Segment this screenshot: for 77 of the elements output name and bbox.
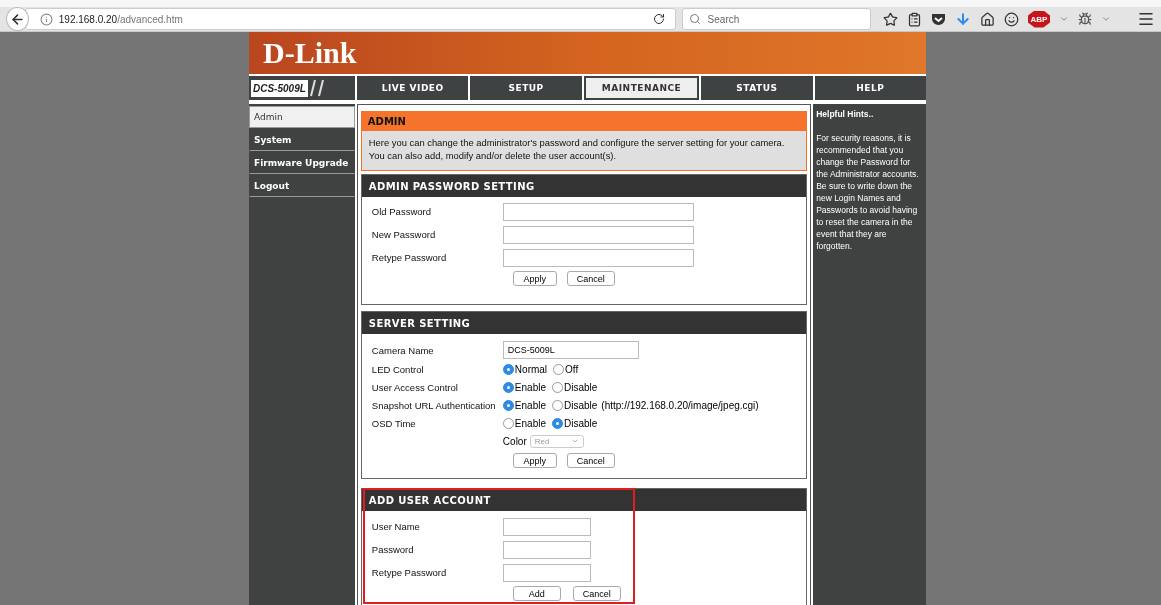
radio-option[interactable]: Enable <box>502 399 546 411</box>
input-field[interactable] <box>502 563 591 582</box>
hints-title: Helpful Hints.. <box>816 108 875 120</box>
extension-icon[interactable] <box>1078 12 1092 26</box>
field-label: User Name <box>370 521 421 532</box>
url-note: (http://192.168.0.20/image/jpeg.cgi) <box>601 399 759 411</box>
cancel-button[interactable]: Cancel <box>572 586 621 601</box>
radio-icon[interactable] <box>502 363 514 375</box>
back-button[interactable] <box>6 7 29 31</box>
field-label: New Password <box>370 229 437 240</box>
nav-tab[interactable]: STATUS <box>701 76 813 100</box>
radio-icon[interactable] <box>552 417 563 429</box>
input-field[interactable] <box>502 540 591 559</box>
cancel-button[interactable]: Cancel <box>566 271 615 286</box>
field-label: Retype Password <box>370 252 448 263</box>
field-label: OSD Time <box>370 417 417 429</box>
search-icon[interactable] <box>688 13 701 25</box>
dropdown-icon[interactable] <box>1101 14 1111 24</box>
download-icon[interactable] <box>955 11 971 27</box>
radio-option[interactable]: Enable <box>502 417 546 429</box>
radio-option[interactable]: Enable <box>502 381 546 393</box>
submit-button[interactable]: Add <box>512 586 561 601</box>
input-field[interactable] <box>502 225 694 244</box>
nav-tab[interactable]: MAINTENANCE <box>583 76 700 100</box>
model-name: DCS-5009L <box>251 79 308 97</box>
radio-icon[interactable] <box>502 399 514 411</box>
radio-icon[interactable] <box>502 417 514 429</box>
radio-option[interactable]: Disable <box>552 399 598 411</box>
description-text: Here you can change the administrator's password and configure the server setting for your camera. You can also add, modify and/or delete the user account(s). <box>360 131 808 171</box>
menu-icon[interactable] <box>1137 10 1155 28</box>
chevron-icon <box>570 437 579 445</box>
section-title: ADMIN PASSWORD SETTING <box>361 175 807 197</box>
submit-button[interactable]: Apply <box>512 271 557 286</box>
search-field[interactable]: Search <box>681 8 871 30</box>
radio-icon[interactable] <box>502 381 514 393</box>
hints-text: For security reasons, it is recommended that you change the Password for the Administrator accounts. Be sure to write down the new Login Names and Passwords to avoid having to reset the camera in the event that they are forgotten. <box>816 132 920 252</box>
adblock-icon[interactable]: ABP <box>1028 10 1050 28</box>
input-field[interactable]: DCS-5009L <box>502 341 639 359</box>
nav-tab[interactable]: SETUP <box>470 76 582 100</box>
smiley-icon[interactable] <box>1004 11 1019 27</box>
field-label: LED Control <box>370 363 425 375</box>
input-field[interactable] <box>502 202 694 221</box>
logo: D-Link <box>263 38 357 68</box>
reload-icon[interactable] <box>652 13 665 25</box>
submit-button[interactable]: Apply <box>512 453 557 468</box>
sidebar-item[interactable]: Admin <box>249 106 355 128</box>
radio-icon[interactable] <box>552 399 563 411</box>
section-title: ADD USER ACCOUNT <box>361 489 807 511</box>
radio-icon[interactable] <box>553 363 565 375</box>
address-bar[interactable]: 192.168.0.20/advanced.htm <box>24 8 676 30</box>
clipboard-icon[interactable] <box>907 11 922 27</box>
nav-tab[interactable]: HELP <box>814 76 927 100</box>
home-icon[interactable] <box>980 11 995 27</box>
radio-option[interactable]: Off <box>553 363 579 375</box>
info-icon[interactable] <box>39 12 53 26</box>
radio-option[interactable]: Normal <box>502 363 548 375</box>
section-title: SERVER SETTING <box>361 312 807 334</box>
radio-icon[interactable] <box>552 381 563 393</box>
field-label: Camera Name <box>370 344 435 356</box>
radio-option[interactable]: Disable <box>552 381 598 393</box>
field-label: Old Password <box>370 206 432 217</box>
shield-icon[interactable] <box>931 12 946 26</box>
nav-tab[interactable]: LIVE VIDEO <box>357 76 469 100</box>
radio-option[interactable]: Disable <box>552 417 598 429</box>
input-field[interactable] <box>502 248 694 267</box>
input-field[interactable] <box>502 517 591 536</box>
dropdown-icon[interactable] <box>1059 14 1069 24</box>
back-arrow-icon <box>9 11 25 27</box>
double-slash-icon <box>309 79 326 97</box>
field-label: Color <box>502 435 527 447</box>
field-label: Retype Password <box>370 567 448 578</box>
cancel-button[interactable]: Cancel <box>566 453 615 468</box>
field-label: User Access Control <box>370 381 459 393</box>
field-label: Snapshot URL Authentication <box>370 399 497 411</box>
field-label: Password <box>370 544 415 555</box>
star-icon[interactable] <box>883 11 898 27</box>
section-title: ADMIN <box>360 111 808 131</box>
